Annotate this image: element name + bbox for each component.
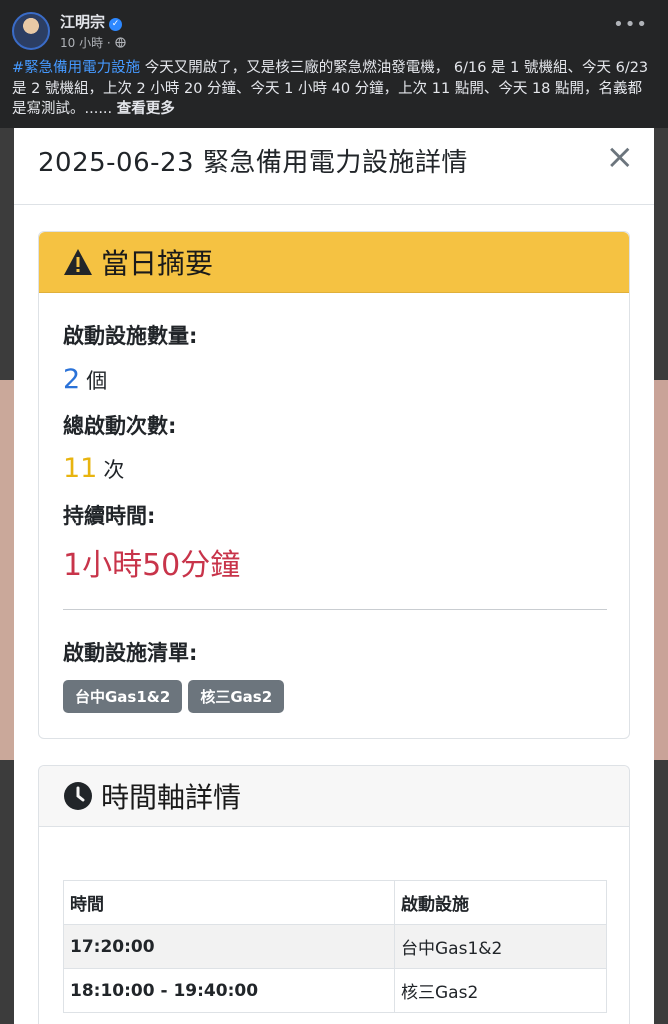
timeline-card: 時間軸詳情 時間 啟動設施 17:20:00 台中Gas1&2 18:10:00… xyxy=(38,765,630,1024)
timeline-heading: 時間軸詳情 xyxy=(101,781,242,814)
row-facility: 台中Gas1&2 xyxy=(394,924,607,969)
table-row: 17:20:00 台中Gas1&2 xyxy=(63,924,607,969)
hashtag-link[interactable]: #緊急備用電力設施 xyxy=(12,60,140,76)
facility-count-label: 啟動設施數量: xyxy=(63,324,198,348)
verified-badge-icon: ✓ xyxy=(109,18,123,31)
author-name-text[interactable]: 江明宗 xyxy=(60,13,105,31)
facility-list-label: 啟動設施清單: xyxy=(63,641,198,665)
post-header: 江明宗 ✓ 10 小時 · ••• #緊急備用電力設施 今天又開啟了，又是核三廠的… xyxy=(0,0,668,128)
post-text: #緊急備用電力設施 今天又開啟了，又是核三廠的緊急燃油發電機， 6/16 是 1… xyxy=(12,58,652,120)
summary-card-header: 當日摘要 xyxy=(39,232,629,293)
activation-count: 11 次 xyxy=(63,453,124,484)
clock-icon xyxy=(64,782,92,810)
facility-count: 2個 xyxy=(63,364,107,395)
facility-badge: 台中Gas1&2 xyxy=(63,680,183,713)
activation-count-unit: 次 xyxy=(103,458,125,482)
row-time: 17:20:00 xyxy=(63,924,395,969)
post-time[interactable]: 10 小時 xyxy=(60,36,103,50)
table-header-row: 時間 啟動設施 xyxy=(63,880,607,925)
title-divider xyxy=(14,204,654,205)
author-avatar[interactable] xyxy=(12,12,50,50)
photo-edge-left xyxy=(0,380,14,760)
warning-icon xyxy=(64,249,92,275)
summary-divider xyxy=(63,609,607,610)
author-name[interactable]: 江明宗 ✓ xyxy=(60,11,123,32)
photo-edge-right xyxy=(654,380,668,760)
post-meta: 10 小時 · xyxy=(60,34,126,51)
activation-count-value: 11 xyxy=(63,453,98,484)
modal-title: 2025-06-23 緊急備用電力設施詳情 xyxy=(38,148,468,178)
timeline-card-header: 時間軸詳情 xyxy=(39,766,629,827)
facility-badges: 台中Gas1&2 核三Gas2 xyxy=(63,680,290,713)
close-icon[interactable]: × xyxy=(606,140,635,174)
table-row: 18:10:00 - 19:40:00 核三Gas2 xyxy=(63,968,607,1013)
summary-heading: 當日摘要 xyxy=(101,247,214,280)
see-more-link[interactable]: 查看更多 xyxy=(117,101,175,117)
timeline-table: 時間 啟動設施 17:20:00 台中Gas1&2 18:10:00 - 19:… xyxy=(63,880,607,1013)
column-header-facility: 啟動設施 xyxy=(394,880,607,925)
column-header-time: 時間 xyxy=(63,880,395,925)
summary-card: 當日摘要 啟動設施數量: 2個 總啟動次數: 11 次 持續時間: 1小時50分鐘… xyxy=(38,231,630,739)
activation-count-label: 總啟動次數: xyxy=(63,414,177,438)
detail-modal: 2025-06-23 緊急備用電力設施詳情 × 當日摘要 啟動設施數量: 2個 … xyxy=(14,128,654,1024)
more-options-button[interactable]: ••• xyxy=(613,14,648,35)
facility-count-value: 2 xyxy=(63,364,81,395)
globe-icon xyxy=(114,37,126,48)
duration-value: 1小時50分鐘 xyxy=(63,548,241,583)
duration-label: 持續時間: xyxy=(63,504,156,528)
facility-count-unit: 個 xyxy=(86,369,108,393)
meta-separator: · xyxy=(106,36,111,50)
row-facility: 核三Gas2 xyxy=(394,968,607,1013)
facility-badge: 核三Gas2 xyxy=(188,680,285,713)
row-time: 18:10:00 - 19:40:00 xyxy=(63,968,395,1013)
